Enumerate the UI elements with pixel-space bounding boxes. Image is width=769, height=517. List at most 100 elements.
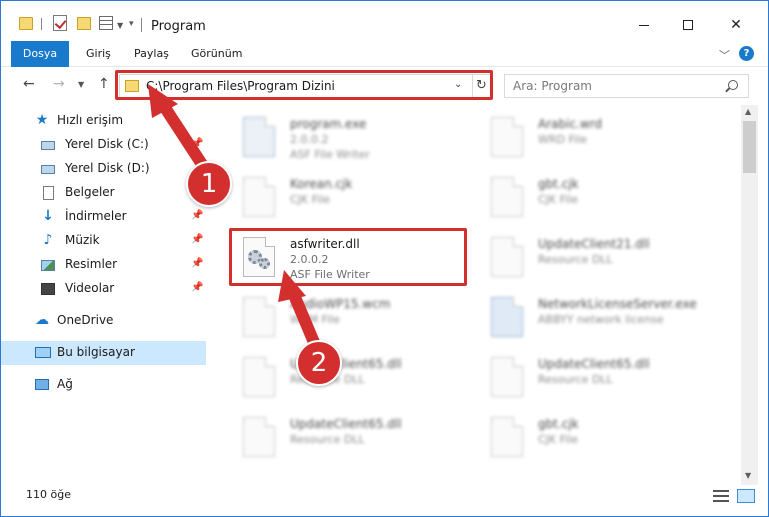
chevron-down-icon[interactable]: ▼ [117, 21, 123, 39]
title-separator [141, 18, 142, 32]
sidebar-item-quick-access[interactable]: ★ Hızlı erişim [1, 109, 206, 133]
properties-check-icon[interactable] [53, 15, 67, 31]
title-bar: ▼ ▾ Program ✕ [1, 1, 768, 41]
search-box[interactable]: Ara: Program [504, 74, 749, 98]
file-description: ASF File Writer [290, 148, 370, 161]
file-tile[interactable]: NetworkLicenseServer.exe ABBYY network l… [466, 291, 706, 347]
file-tile[interactable]: program.exe 2.0.0.2 ASF File Writer [218, 111, 458, 167]
file-description: ABBYY network license [538, 313, 664, 326]
address-bar[interactable]: C:\Program Files\Program Dizini ⌄ ↻ [119, 74, 491, 98]
refresh-icon[interactable]: ↻ [472, 75, 490, 97]
tab-view[interactable]: Görünüm [179, 41, 254, 67]
computer-icon [35, 347, 51, 358]
file-name: gbt.cjk [538, 177, 579, 191]
pictures-icon [41, 260, 55, 271]
address-path[interactable]: C:\Program Files\Program Dizini [146, 79, 335, 93]
scroll-up-icon[interactable]: ▲ [745, 107, 751, 116]
pin-icon: 📌 [191, 258, 204, 269]
file-tile[interactable]: UpdateClient21.dll Resource DLL [466, 231, 706, 287]
minimize-button[interactable] [621, 11, 667, 39]
file-icon [243, 177, 275, 217]
file-version: 2.0.0.2 [290, 253, 329, 266]
customize-toolbar-icon[interactable]: ▾ [129, 19, 134, 37]
callout-badge-2: 2 [296, 340, 342, 386]
sidebar-item-onedrive[interactable]: ☁ OneDrive [1, 309, 206, 333]
scroll-thumb[interactable] [743, 121, 756, 173]
sidebar-item-downloads[interactable]: ↓ İndirmeler 📌 [1, 205, 206, 229]
file-type: CJK File [538, 193, 579, 206]
search-icon[interactable] [728, 80, 738, 90]
toolbar-separator [41, 18, 42, 30]
star-icon: ★ [35, 112, 49, 128]
search-input[interactable]: Ara: Program [513, 79, 592, 93]
window-title: Program [151, 19, 206, 34]
file-name: program.exe [290, 117, 367, 131]
application-icon [243, 117, 275, 157]
file-tile[interactable]: Arabic.wrd WRD File [466, 111, 706, 167]
sidebar-item-label: Müzik [65, 233, 100, 247]
new-folder-icon[interactable] [77, 17, 91, 30]
sidebar-item-pictures[interactable]: Resimler 📌 [1, 253, 206, 277]
file-tile[interactable]: AudioWP15.wcm WCM File [218, 291, 458, 347]
sidebar-item-label: Bu bilgisayar [57, 345, 135, 359]
file-tile[interactable]: gbt.cjk CJK File [466, 171, 706, 227]
rename-icon[interactable] [99, 16, 113, 30]
navigation-pane: ★ Hızlı erişim Yerel Disk (C:) 📌 Yerel D… [1, 105, 206, 477]
sidebar-item-documents[interactable]: Belgeler 📌 [1, 181, 206, 205]
music-icon: ♪ [43, 232, 53, 248]
file-tile[interactable]: gbt.cjk CJK File [466, 411, 706, 467]
back-arrow-icon[interactable]: ← [23, 76, 35, 92]
sidebar-item-local-disk-c[interactable]: Yerel Disk (C:) 📌 [1, 133, 206, 157]
forward-arrow-icon[interactable]: → [53, 76, 65, 92]
sidebar-item-label: Yerel Disk (D:) [65, 161, 150, 175]
up-arrow-icon[interactable]: ↑ [98, 76, 110, 92]
sidebar-item-this-pc[interactable]: Bu bilgisayar [1, 341, 206, 365]
vertical-scrollbar[interactable]: ▲ ▼ [741, 105, 758, 487]
video-icon [41, 283, 55, 295]
dll-file-icon [243, 417, 275, 457]
expand-ribbon-icon[interactable]: ﹀ [719, 47, 730, 63]
network-icon [35, 379, 49, 390]
minimize-icon [639, 24, 649, 26]
dll-file-icon [243, 237, 275, 277]
gear-icon [259, 258, 270, 269]
file-name: Korean.cjk [290, 177, 353, 191]
maximize-button[interactable] [665, 11, 711, 39]
sidebar-item-music[interactable]: ♪ Müzik 📌 [1, 229, 206, 253]
pin-icon: 📌 [191, 210, 204, 221]
file-name: Arabic.wrd [538, 117, 603, 131]
file-icon [491, 117, 523, 157]
sidebar-item-label: Yerel Disk (C:) [65, 137, 149, 151]
file-tile-asfwriter[interactable]: asfwriter.dll 2.0.0.2 ASF File Writer [218, 231, 458, 287]
folder-icon [125, 80, 139, 92]
file-icon [491, 177, 523, 217]
ribbon: Dosya Giriş Paylaş Görünüm ﹀ ? [1, 41, 768, 67]
sidebar-item-videos[interactable]: Videolar 📌 [1, 277, 206, 301]
file-description: ASF File Writer [290, 268, 370, 281]
navigation-bar: ← → ▼ ↑ C:\Program Files\Program Dizini … [1, 68, 768, 102]
file-type: CJK File [538, 433, 579, 446]
sidebar-item-network[interactable]: Ağ [1, 373, 206, 397]
dll-file-icon [243, 357, 275, 397]
tab-home[interactable]: Giriş [74, 41, 123, 67]
file-tile[interactable]: UpdateClient65.dll Resource DLL [466, 351, 706, 407]
chevron-down-icon[interactable]: ⌄ [454, 79, 462, 90]
document-icon [43, 186, 54, 200]
tab-file[interactable]: Dosya [11, 41, 69, 67]
file-name: UpdateClient65.dll [538, 357, 650, 371]
file-tile[interactable]: UpdateClient65.dll Resource DLL [218, 411, 458, 467]
file-type: WCM File [290, 313, 340, 326]
file-icon [243, 297, 275, 337]
close-button[interactable]: ✕ [713, 11, 759, 39]
recent-locations-icon[interactable]: ▼ [78, 80, 84, 89]
tiles-view-icon[interactable] [737, 489, 755, 503]
details-view-icon[interactable] [713, 490, 729, 502]
file-tile[interactable]: Korean.cjk CJK File [218, 171, 458, 227]
scroll-down-icon[interactable]: ▼ [745, 471, 751, 480]
help-icon[interactable]: ? [739, 46, 754, 61]
sidebar-item-label: Belgeler [65, 185, 115, 199]
application-icon [491, 297, 523, 337]
file-name: gbt.cjk [538, 417, 579, 431]
sidebar-item-local-disk-d[interactable]: Yerel Disk (D:) [1, 157, 206, 181]
tab-share[interactable]: Paylaş [122, 41, 181, 67]
